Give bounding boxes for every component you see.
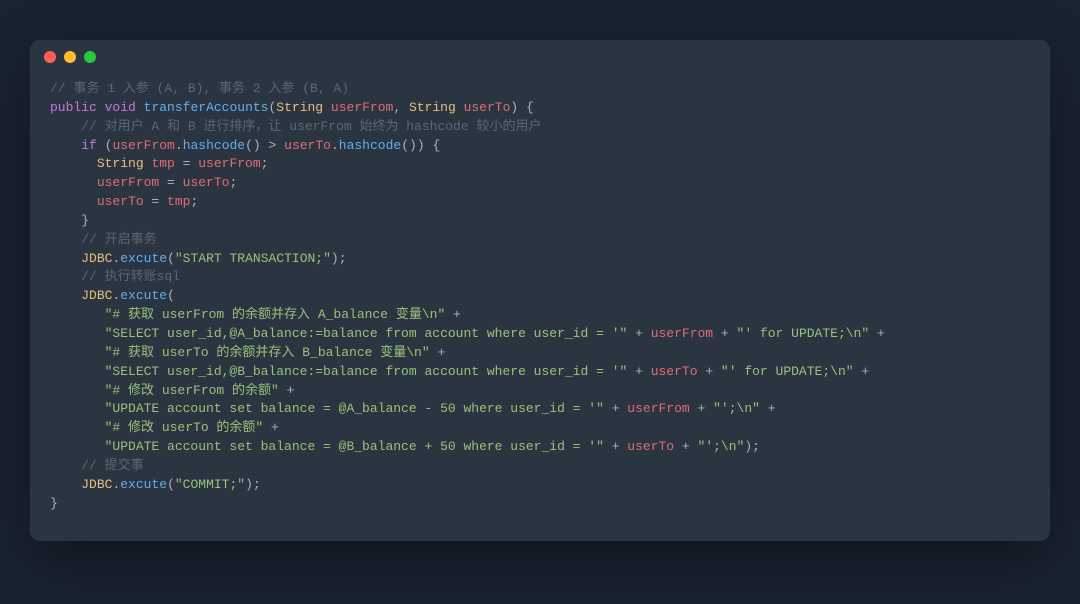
string-literal: "COMMIT;" [175, 477, 245, 492]
operator-gt: > [261, 138, 284, 153]
keyword-public: public [50, 100, 97, 115]
type-string: String [97, 156, 144, 171]
var-userfrom: userFrom [651, 326, 713, 341]
keyword-if: if [81, 138, 97, 153]
operator-plus: + [690, 401, 713, 416]
brace-close: } [81, 213, 89, 228]
comment-line: // 对用户 A 和 B 进行排序，让 userFrom 始终为 hashcod… [81, 119, 541, 134]
param-userto: userTo [464, 100, 511, 115]
comment-line: // 提交事 [81, 458, 143, 473]
string-literal: "';\n" [713, 401, 760, 416]
string-literal: "';\n" [698, 439, 745, 454]
var-userfrom: userFrom [97, 175, 159, 190]
comment-line: // 执行转账sql [81, 269, 180, 284]
var-userfrom: userFrom [198, 156, 260, 171]
operator-plus: + [627, 326, 650, 341]
string-literal: "# 获取 userFrom 的余额并存入 A_balance 变量\n" [105, 307, 446, 322]
paren-close-semi: ); [331, 251, 347, 266]
paren-close-semi: ); [245, 477, 261, 492]
minimize-icon[interactable] [64, 51, 76, 63]
operator-plus: + [445, 307, 468, 322]
method-hashcode: hashcode [183, 138, 245, 153]
operator-eq: = [175, 156, 198, 171]
operator-plus: + [713, 326, 736, 341]
string-literal: "UPDATE account set balance = @B_balance… [105, 439, 604, 454]
code-block: // 事务 1 入参 (A, B), 事务 2 入参 (B, A) public… [30, 74, 1050, 541]
operator-eq: = [144, 194, 167, 209]
operator-eq: = [159, 175, 182, 190]
operator-plus: + [854, 364, 877, 379]
comma: , [393, 100, 409, 115]
var-userto: userTo [97, 194, 144, 209]
type-string: String [409, 100, 456, 115]
operator-plus: + [698, 364, 721, 379]
var-userto: userTo [183, 175, 230, 190]
code-window: // 事务 1 入参 (A, B), 事务 2 入参 (B, A) public… [30, 40, 1050, 541]
operator-plus: + [279, 383, 302, 398]
operator-plus: + [430, 345, 453, 360]
paren-open: ( [401, 138, 409, 153]
dot: . [331, 138, 339, 153]
method-hashcode: hashcode [339, 138, 401, 153]
maximize-icon[interactable] [84, 51, 96, 63]
comment-line: // 事务 1 入参 (A, B), 事务 2 入参 (B, A) [50, 81, 349, 96]
var-userfrom: userFrom [627, 401, 689, 416]
operator-plus: + [604, 439, 627, 454]
semicolon: ; [261, 156, 269, 171]
keyword-void: void [105, 100, 136, 115]
var-userto: userTo [627, 439, 674, 454]
string-literal: "SELECT user_id,@A_balance:=balance from… [105, 326, 628, 341]
paren-open: ( [167, 251, 175, 266]
method-excute: excute [120, 251, 167, 266]
method-excute: excute [120, 477, 167, 492]
operator-plus: + [263, 420, 286, 435]
var-userto: userTo [651, 364, 698, 379]
operator-plus: + [674, 439, 697, 454]
string-literal: "SELECT user_id,@B_balance:=balance from… [105, 364, 628, 379]
paren-close: ) [253, 138, 261, 153]
string-literal: "' for UPDATE;\n" [721, 364, 854, 379]
brace-open: { [432, 138, 440, 153]
comment-line: // 开启事务 [81, 232, 156, 247]
brace-close: } [50, 496, 58, 511]
var-userto: userTo [284, 138, 331, 153]
method-excute: excute [120, 288, 167, 303]
dot: . [175, 138, 183, 153]
string-literal: "# 获取 userTo 的余额并存入 B_balance 变量\n" [105, 345, 430, 360]
var-userfrom: userFrom [112, 138, 174, 153]
paren-open: ( [167, 477, 175, 492]
string-literal: "START TRANSACTION;" [175, 251, 331, 266]
param-userfrom: userFrom [331, 100, 393, 115]
class-jdbc: JDBC [81, 251, 112, 266]
string-literal: "# 修改 userFrom 的余额" [105, 383, 279, 398]
close-icon[interactable] [44, 51, 56, 63]
brace-open: { [526, 100, 534, 115]
paren-open: ( [245, 138, 253, 153]
paren-open: ( [167, 288, 175, 303]
paren-close: ) [409, 138, 417, 153]
var-tmp: tmp [151, 156, 174, 171]
method-name: transferAccounts [144, 100, 269, 115]
operator-plus: + [869, 326, 892, 341]
paren-close-semi: ); [744, 439, 760, 454]
var-tmp: tmp [167, 194, 190, 209]
window-titlebar [30, 40, 1050, 74]
semicolon: ; [229, 175, 237, 190]
operator-plus: + [604, 401, 627, 416]
class-jdbc: JDBC [81, 477, 112, 492]
string-literal: "# 修改 userTo 的余额" [105, 420, 264, 435]
semicolon: ; [190, 194, 198, 209]
type-string: String [276, 100, 323, 115]
paren-close: ) [417, 138, 425, 153]
paren-close: ) [510, 100, 518, 115]
class-jdbc: JDBC [81, 288, 112, 303]
operator-plus: + [760, 401, 783, 416]
string-literal: "UPDATE account set balance = @A_balance… [105, 401, 604, 416]
operator-plus: + [627, 364, 650, 379]
string-literal: "' for UPDATE;\n" [737, 326, 870, 341]
